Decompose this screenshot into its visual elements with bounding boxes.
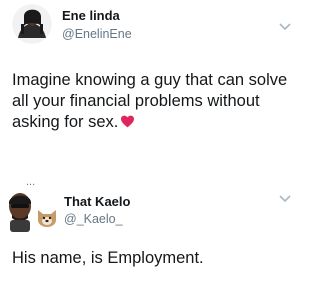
tweet-text-content: Imagine knowing a guy that can solve all… <box>12 71 288 131</box>
chevron-down-icon[interactable] <box>278 194 292 204</box>
tweet-text: His name, is Employment. <box>12 249 204 267</box>
chevron-down-icon[interactable] <box>278 22 292 32</box>
user-handle[interactable]: @EnelinEne <box>62 27 132 41</box>
tweet-card-1: Ene linda @EnelinEne Imagine knowing a g… <box>0 0 300 140</box>
display-name[interactable]: Ene linda <box>62 8 120 23</box>
tweet-text: Imagine knowing a guy that can solve all… <box>12 70 294 133</box>
avatar[interactable] <box>6 192 34 232</box>
tweet-card-2: That Kaelo @_Kaelo_ His name, is Employm… <box>0 184 300 282</box>
display-name[interactable]: That Kaelo <box>64 194 130 209</box>
user-handle[interactable]: @_Kaelo_ <box>64 212 123 226</box>
tweet-screenshot: Ene linda @EnelinEne Imagine knowing a g… <box>0 0 300 282</box>
heart-icon <box>121 115 135 128</box>
avatar-photo <box>12 4 52 44</box>
avatar[interactable] <box>12 4 52 44</box>
avatar-photo <box>9 193 31 232</box>
dog-emoji-icon <box>38 210 56 227</box>
